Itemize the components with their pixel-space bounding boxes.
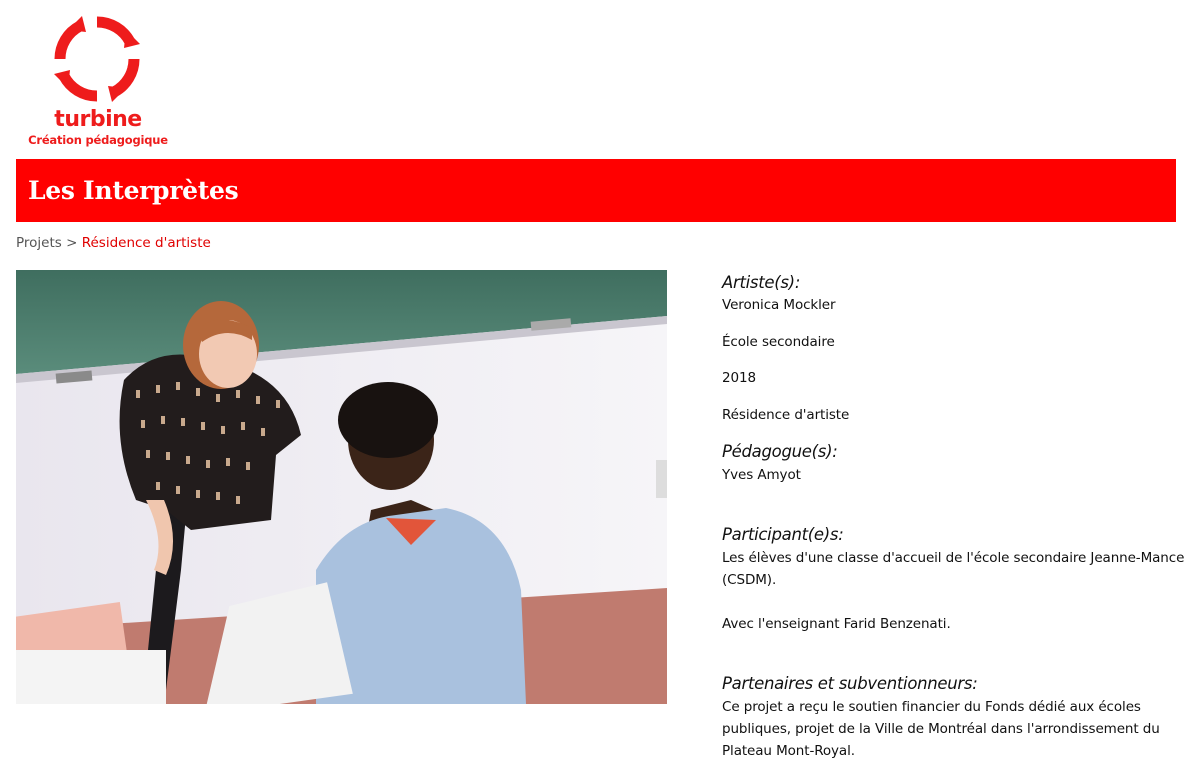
participants-line-1: Les élèves d'une classe d'accueil de l'é… <box>722 550 1185 566</box>
logo-wordmark: turbine <box>54 107 142 132</box>
participants-line-2: (CSDM). <box>722 572 777 588</box>
breadcrumb-separator: > <box>66 235 78 251</box>
photo-student-teacher-icon <box>16 270 667 704</box>
turbine-logo[interactable]: turbine Création pédagogique <box>28 14 168 150</box>
page-title: Les Interprètes <box>28 176 239 205</box>
artists-heading: Artiste(s): <box>722 273 801 292</box>
partners-line-1: Ce projet a reçu le soutien financier du… <box>722 699 1141 715</box>
participants-heading: Participant(e)s: <box>722 525 844 544</box>
artists-value: Veronica Mockler <box>722 297 836 313</box>
participants-teacher: Avec l'enseignant Farid Benzenati. <box>722 616 951 632</box>
project-type: Résidence d'artiste <box>722 407 850 423</box>
school-level: École secondaire <box>722 334 835 350</box>
partners-line-3: Plateau Mont-Royal. <box>722 743 855 759</box>
page-banner: Les Interprètes <box>16 159 1176 222</box>
partners-line-2: publiques, projet de la Ville de Montréa… <box>722 721 1160 737</box>
pedagogues-value: Yves Amyot <box>722 467 801 483</box>
project-photo[interactable] <box>16 270 667 704</box>
breadcrumb-link-projets[interactable]: Projets <box>16 235 62 251</box>
logo-tagline: Création pédagogique <box>28 133 168 147</box>
breadcrumb: Projets > Résidence d'artiste <box>16 235 211 251</box>
breadcrumb-link-residence[interactable]: Résidence d'artiste <box>82 235 211 251</box>
partners-heading: Partenaires et subventionneurs: <box>722 674 978 693</box>
pedagogues-heading: Pédagogue(s): <box>722 442 838 461</box>
turbine-circle-icon <box>54 16 140 102</box>
project-year: 2018 <box>722 370 756 386</box>
